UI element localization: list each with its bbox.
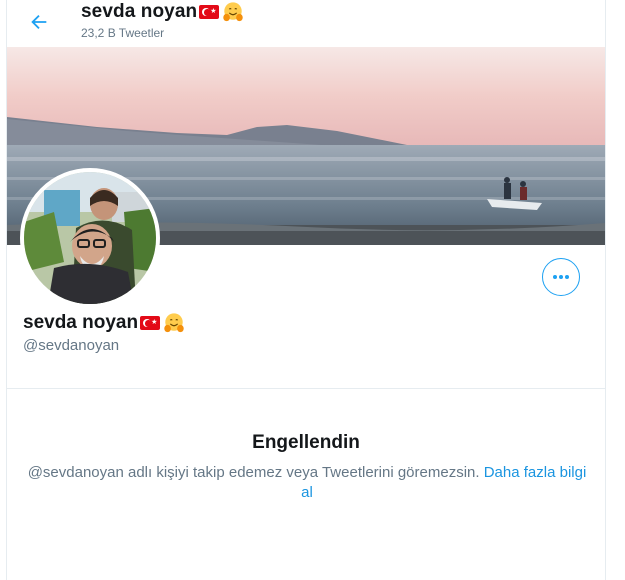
section-divider xyxy=(7,388,605,389)
profile-avatar[interactable] xyxy=(20,168,160,308)
profile-header-bar: sevda noyan ★ 23,2 B Tweetler xyxy=(7,0,605,47)
hugging-face-emoji-icon xyxy=(164,313,184,333)
tweet-count: 23,2 B Tweetler xyxy=(81,26,165,40)
more-options-button[interactable] xyxy=(542,258,580,296)
profile-handle: @sevdanoyan xyxy=(23,337,120,354)
more-options-icon xyxy=(553,275,569,279)
hugging-face-emoji-icon xyxy=(223,2,243,22)
turkey-flag-icon: ★ xyxy=(140,316,161,330)
turkey-flag-icon: ★ xyxy=(199,5,220,19)
header-name: sevda noyan xyxy=(81,1,198,22)
profile-name-text: sevda noyan xyxy=(23,312,139,333)
header-title: sevda noyan ★ xyxy=(81,1,244,23)
blocked-message-text: @sevdanoyan adlı kişiyi takip edemez vey… xyxy=(27,464,480,481)
back-arrow-icon xyxy=(31,14,47,30)
profile-column: sevda noyan ★ 23,2 B Tweetler sevda noya… xyxy=(6,0,606,580)
back-button[interactable] xyxy=(23,6,55,38)
blocked-message: @sevdanoyan adlı kişiyi takip edemez vey… xyxy=(27,463,587,503)
blocked-title: Engellendin xyxy=(252,432,360,453)
profile-display-name: sevda noyan ★ xyxy=(23,312,185,334)
